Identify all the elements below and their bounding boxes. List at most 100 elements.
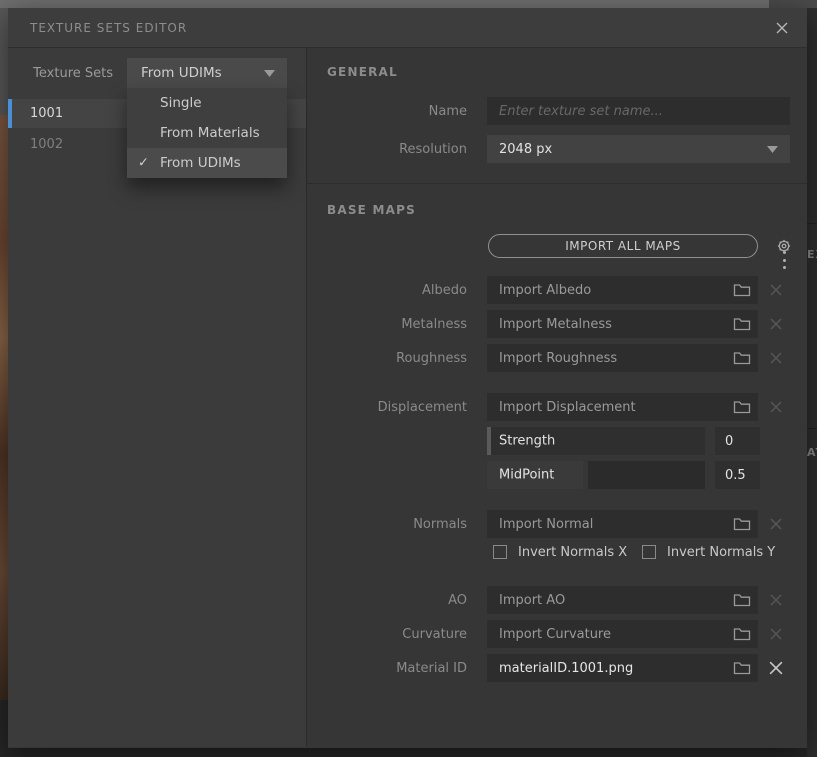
import-all-maps-button[interactable]: IMPORT ALL MAPS	[488, 234, 758, 258]
normals-import-field[interactable]: Import Normal	[487, 510, 758, 538]
backdrop-bottom-strip	[8, 748, 807, 757]
folder-icon	[733, 352, 751, 365]
curvature-import-field[interactable]: Import Curvature	[487, 620, 758, 648]
normals-row: Normals Import Normal	[307, 510, 807, 538]
name-row: Name Enter texture set name...	[307, 97, 807, 125]
strength-slider[interactable]: Strength	[487, 427, 705, 455]
resolution-dropdown[interactable]: 2048 px	[487, 135, 790, 163]
metalness-browse-button[interactable]	[733, 316, 751, 332]
backdrop-toolbar-strip-right	[769, 0, 817, 8]
material-id-clear-button[interactable]	[768, 660, 784, 676]
albedo-import-field[interactable]: Import Albedo	[487, 276, 758, 304]
close-button[interactable]	[771, 17, 793, 39]
ao-placeholder: Import AO	[499, 592, 566, 608]
clear-icon	[770, 352, 782, 364]
invert-normals-x-label: Invert Normals X	[518, 544, 628, 560]
backdrop-viewport-sliver	[0, 115, 8, 700]
set-mode-menu: Single From Materials From UDIMs	[127, 88, 287, 178]
set-mode-value: From UDIMs	[141, 65, 222, 81]
set-mode-dropdown[interactable]: From UDIMs	[127, 58, 287, 88]
displacement-label: Displacement	[377, 399, 467, 415]
displacement-import-field[interactable]: Import Displacement	[487, 393, 758, 421]
clear-icon	[770, 518, 782, 530]
metalness-import-field[interactable]: Import Metalness	[487, 310, 758, 338]
albedo-clear-button[interactable]	[768, 282, 784, 298]
backdrop-separator	[807, 428, 817, 429]
backdrop-right-panel-sliver: EX AT	[807, 8, 817, 757]
albedo-browse-button[interactable]	[733, 282, 751, 298]
midpoint-row: MidPoint 0.5	[307, 461, 807, 489]
backdrop-text-fragment: AT	[807, 446, 817, 459]
folder-icon	[733, 284, 751, 297]
normals-browse-button[interactable]	[733, 516, 751, 532]
backdrop-separator	[807, 223, 817, 224]
roughness-clear-button[interactable]	[768, 350, 784, 366]
name-label: Name	[428, 103, 467, 119]
material-id-import-field[interactable]: materialID.1001.png	[487, 654, 758, 682]
ao-row: AO Import AO	[307, 586, 807, 614]
texture-sets-header: Texture Sets From UDIMs	[8, 58, 306, 88]
ao-import-field[interactable]: Import AO	[487, 586, 758, 614]
roughness-import-field[interactable]: Import Roughness	[487, 344, 758, 372]
backdrop-left-panel-sliver	[0, 8, 8, 115]
displacement-clear-button[interactable]	[768, 399, 784, 415]
backdrop-left-bottom-sliver	[0, 700, 8, 757]
texture-sets-label: Texture Sets	[33, 65, 113, 81]
backdrop-text-fragment: EX	[807, 248, 817, 261]
normals-clear-button[interactable]	[768, 516, 784, 532]
menu-item-from-udims[interactable]: From UDIMs	[127, 148, 287, 178]
menu-item-single[interactable]: Single	[127, 88, 287, 118]
strength-slider-handle[interactable]	[487, 427, 491, 455]
texture-set-name: 1001	[30, 106, 64, 121]
metalness-row: Metalness Import Metalness	[307, 310, 807, 338]
curvature-clear-button[interactable]	[768, 626, 784, 642]
invert-normals-y-checkbox[interactable]	[642, 545, 656, 559]
import-settings-button[interactable]	[775, 237, 793, 255]
menu-item-label: From UDIMs	[160, 155, 241, 171]
menu-item-from-materials[interactable]: From Materials	[127, 118, 287, 148]
ao-clear-button[interactable]	[768, 592, 784, 608]
displacement-browse-button[interactable]	[733, 399, 751, 415]
texture-set-name: 1002	[30, 137, 64, 152]
displacement-row: Displacement Import Displacement	[307, 393, 807, 421]
midpoint-value-input[interactable]: 0.5	[715, 461, 760, 489]
general-section-title: GENERAL	[327, 65, 398, 79]
name-input[interactable]: Enter texture set name...	[487, 97, 790, 125]
metalness-clear-button[interactable]	[768, 316, 784, 332]
material-id-row: Material ID materialID.1001.png	[307, 654, 807, 682]
normals-placeholder: Import Normal	[499, 516, 594, 532]
chevron-down-icon	[767, 145, 778, 153]
midpoint-slider[interactable]: MidPoint	[487, 461, 705, 489]
clear-icon	[770, 594, 782, 606]
folder-icon	[733, 518, 751, 531]
dialog-title: TEXTURE SETS EDITOR	[30, 20, 188, 35]
roughness-label: Roughness	[396, 350, 467, 366]
invert-normals-x-checkbox[interactable]	[493, 545, 507, 559]
material-id-browse-button[interactable]	[733, 660, 751, 676]
folder-icon	[733, 401, 751, 414]
map-rows: Albedo Import Albedo Metalness Import Me…	[307, 276, 807, 682]
dialog-body: Texture Sets From UDIMs 1001 1002 Single…	[8, 48, 807, 747]
ao-browse-button[interactable]	[733, 592, 751, 608]
midpoint-track-right	[588, 461, 705, 489]
curvature-browse-button[interactable]	[733, 626, 751, 642]
roughness-browse-button[interactable]	[733, 350, 751, 366]
ao-label: AO	[448, 592, 467, 608]
albedo-row: Albedo Import Albedo	[307, 276, 807, 304]
clear-icon	[770, 318, 782, 330]
clear-icon	[770, 401, 782, 413]
folder-icon	[733, 662, 751, 675]
strength-value-input[interactable]: 0	[715, 427, 760, 455]
clear-icon	[769, 661, 783, 675]
close-icon	[776, 22, 788, 33]
curvature-label: Curvature	[402, 626, 467, 642]
folder-icon	[733, 628, 751, 641]
menu-item-label: Single	[160, 95, 202, 111]
normals-label: Normals	[413, 516, 467, 532]
invert-normals-y-group: Invert Normals Y	[642, 545, 791, 560]
import-all-row: IMPORT ALL MAPS	[307, 234, 807, 258]
metalness-placeholder: Import Metalness	[499, 316, 612, 332]
